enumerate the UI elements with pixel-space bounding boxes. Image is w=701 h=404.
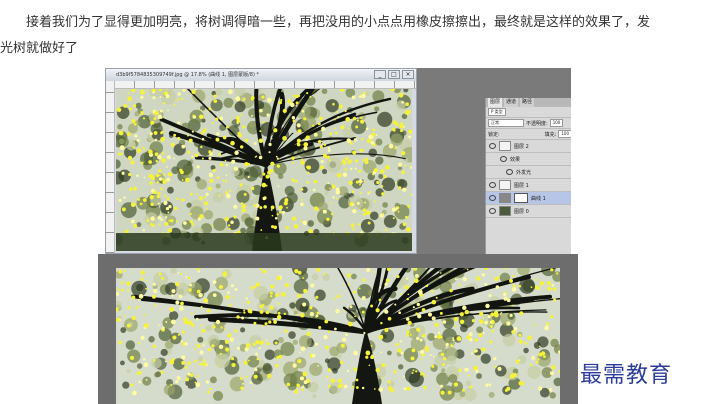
tab-paths[interactable]: 路径 [520, 98, 535, 107]
paragraph-line-1: 接着我们为了显得更加明亮，将树调得暗一些，再把没用的小点点用橡皮擦擦出，最终就是… [26, 15, 651, 30]
document-canvas[interactable] [116, 89, 412, 251]
visibility-eye-icon[interactable] [489, 143, 496, 149]
horizontal-ruler [114, 81, 416, 89]
minimize-button[interactable]: _ [374, 70, 386, 79]
visibility-eye-icon[interactable] [506, 169, 513, 175]
layer-row[interactable]: 图层 2 [486, 140, 571, 153]
layer-name: 图层 2 [514, 143, 529, 150]
layers-panel: 图层 通道 路径 P 类型 正常 不透明度: 100 锁定: 填充: 100 图… [485, 98, 571, 254]
blend-mode-select[interactable]: 正常 [488, 119, 524, 127]
effect-row[interactable]: 效果 [486, 153, 571, 166]
layer-thumbnail [499, 206, 511, 216]
layer-name: 图层 1 [514, 182, 529, 189]
layer-row[interactable]: 图层 0 [486, 205, 571, 218]
lock-row: 锁定: 填充: 100 [486, 129, 571, 140]
blend-row: 正常 不透明度: 100 [486, 118, 571, 129]
layer-filter-select[interactable]: P 类型 [488, 108, 506, 116]
document-window: d3b9f5784835309749f.jpg @ 17.8% (曲线 1, 图… [105, 68, 417, 254]
layer-row[interactable]: 图层 1 [486, 179, 571, 192]
visibility-eye-icon[interactable] [489, 182, 496, 188]
paragraph-line-2: 光树就做好了 [0, 41, 79, 56]
fill-input[interactable]: 100 [558, 130, 571, 138]
close-button[interactable]: × [402, 70, 414, 79]
tab-layers[interactable]: 图层 [488, 98, 503, 107]
tab-channels[interactable]: 通道 [504, 98, 519, 107]
window-controls: _ □ × [374, 70, 414, 79]
layer-thumbnail [499, 141, 511, 151]
layer-name: 图层 0 [514, 208, 529, 215]
visibility-eye-icon[interactable] [489, 195, 496, 201]
layer-row-selected[interactable]: 曲线 1 [486, 192, 571, 205]
layer-name: 曲线 1 [531, 195, 546, 202]
document-title-bar: d3b9f5784835309749f.jpg @ 17.8% (曲线 1, 图… [106, 69, 416, 81]
fill-label: 填充: [544, 131, 557, 138]
visibility-eye-icon[interactable] [500, 156, 507, 162]
opacity-input[interactable]: 100 [549, 119, 564, 127]
glowing-tree-closeup-image [116, 268, 560, 404]
opacity-label: 不透明度: [526, 120, 548, 127]
visibility-eye-icon[interactable] [489, 208, 496, 214]
article-paragraph: 接着我们为了显得更加明亮，将树调得暗一些，再把没用的小点点用橡皮擦擦出，最终就是… [0, 10, 701, 62]
result-image [116, 268, 560, 404]
effect-row[interactable]: 外发光 [486, 166, 571, 179]
layer-filter-row: P 类型 [486, 107, 571, 118]
result-image-frame [98, 254, 578, 404]
vertical-ruler [106, 81, 115, 253]
panel-tabs: 图层 通道 路径 [486, 98, 571, 107]
layer-mask-thumbnail[interactable] [514, 193, 528, 203]
lock-label: 锁定: [488, 131, 500, 138]
maximize-button[interactable]: □ [388, 70, 400, 79]
glowing-tree-image [116, 89, 412, 251]
effect-name: 效果 [510, 156, 521, 163]
watermark-text: 最需教育 [580, 363, 673, 388]
effect-name: 外发光 [516, 169, 532, 176]
layer-thumbnail [499, 180, 511, 190]
document-title: d3b9f5784835309749f.jpg @ 17.8% (曲线 1, 图… [116, 72, 260, 78]
photoshop-screenshot: d3b9f5784835309749f.jpg @ 17.8% (曲线 1, 图… [105, 68, 571, 254]
adjustment-layer-icon [499, 193, 511, 203]
